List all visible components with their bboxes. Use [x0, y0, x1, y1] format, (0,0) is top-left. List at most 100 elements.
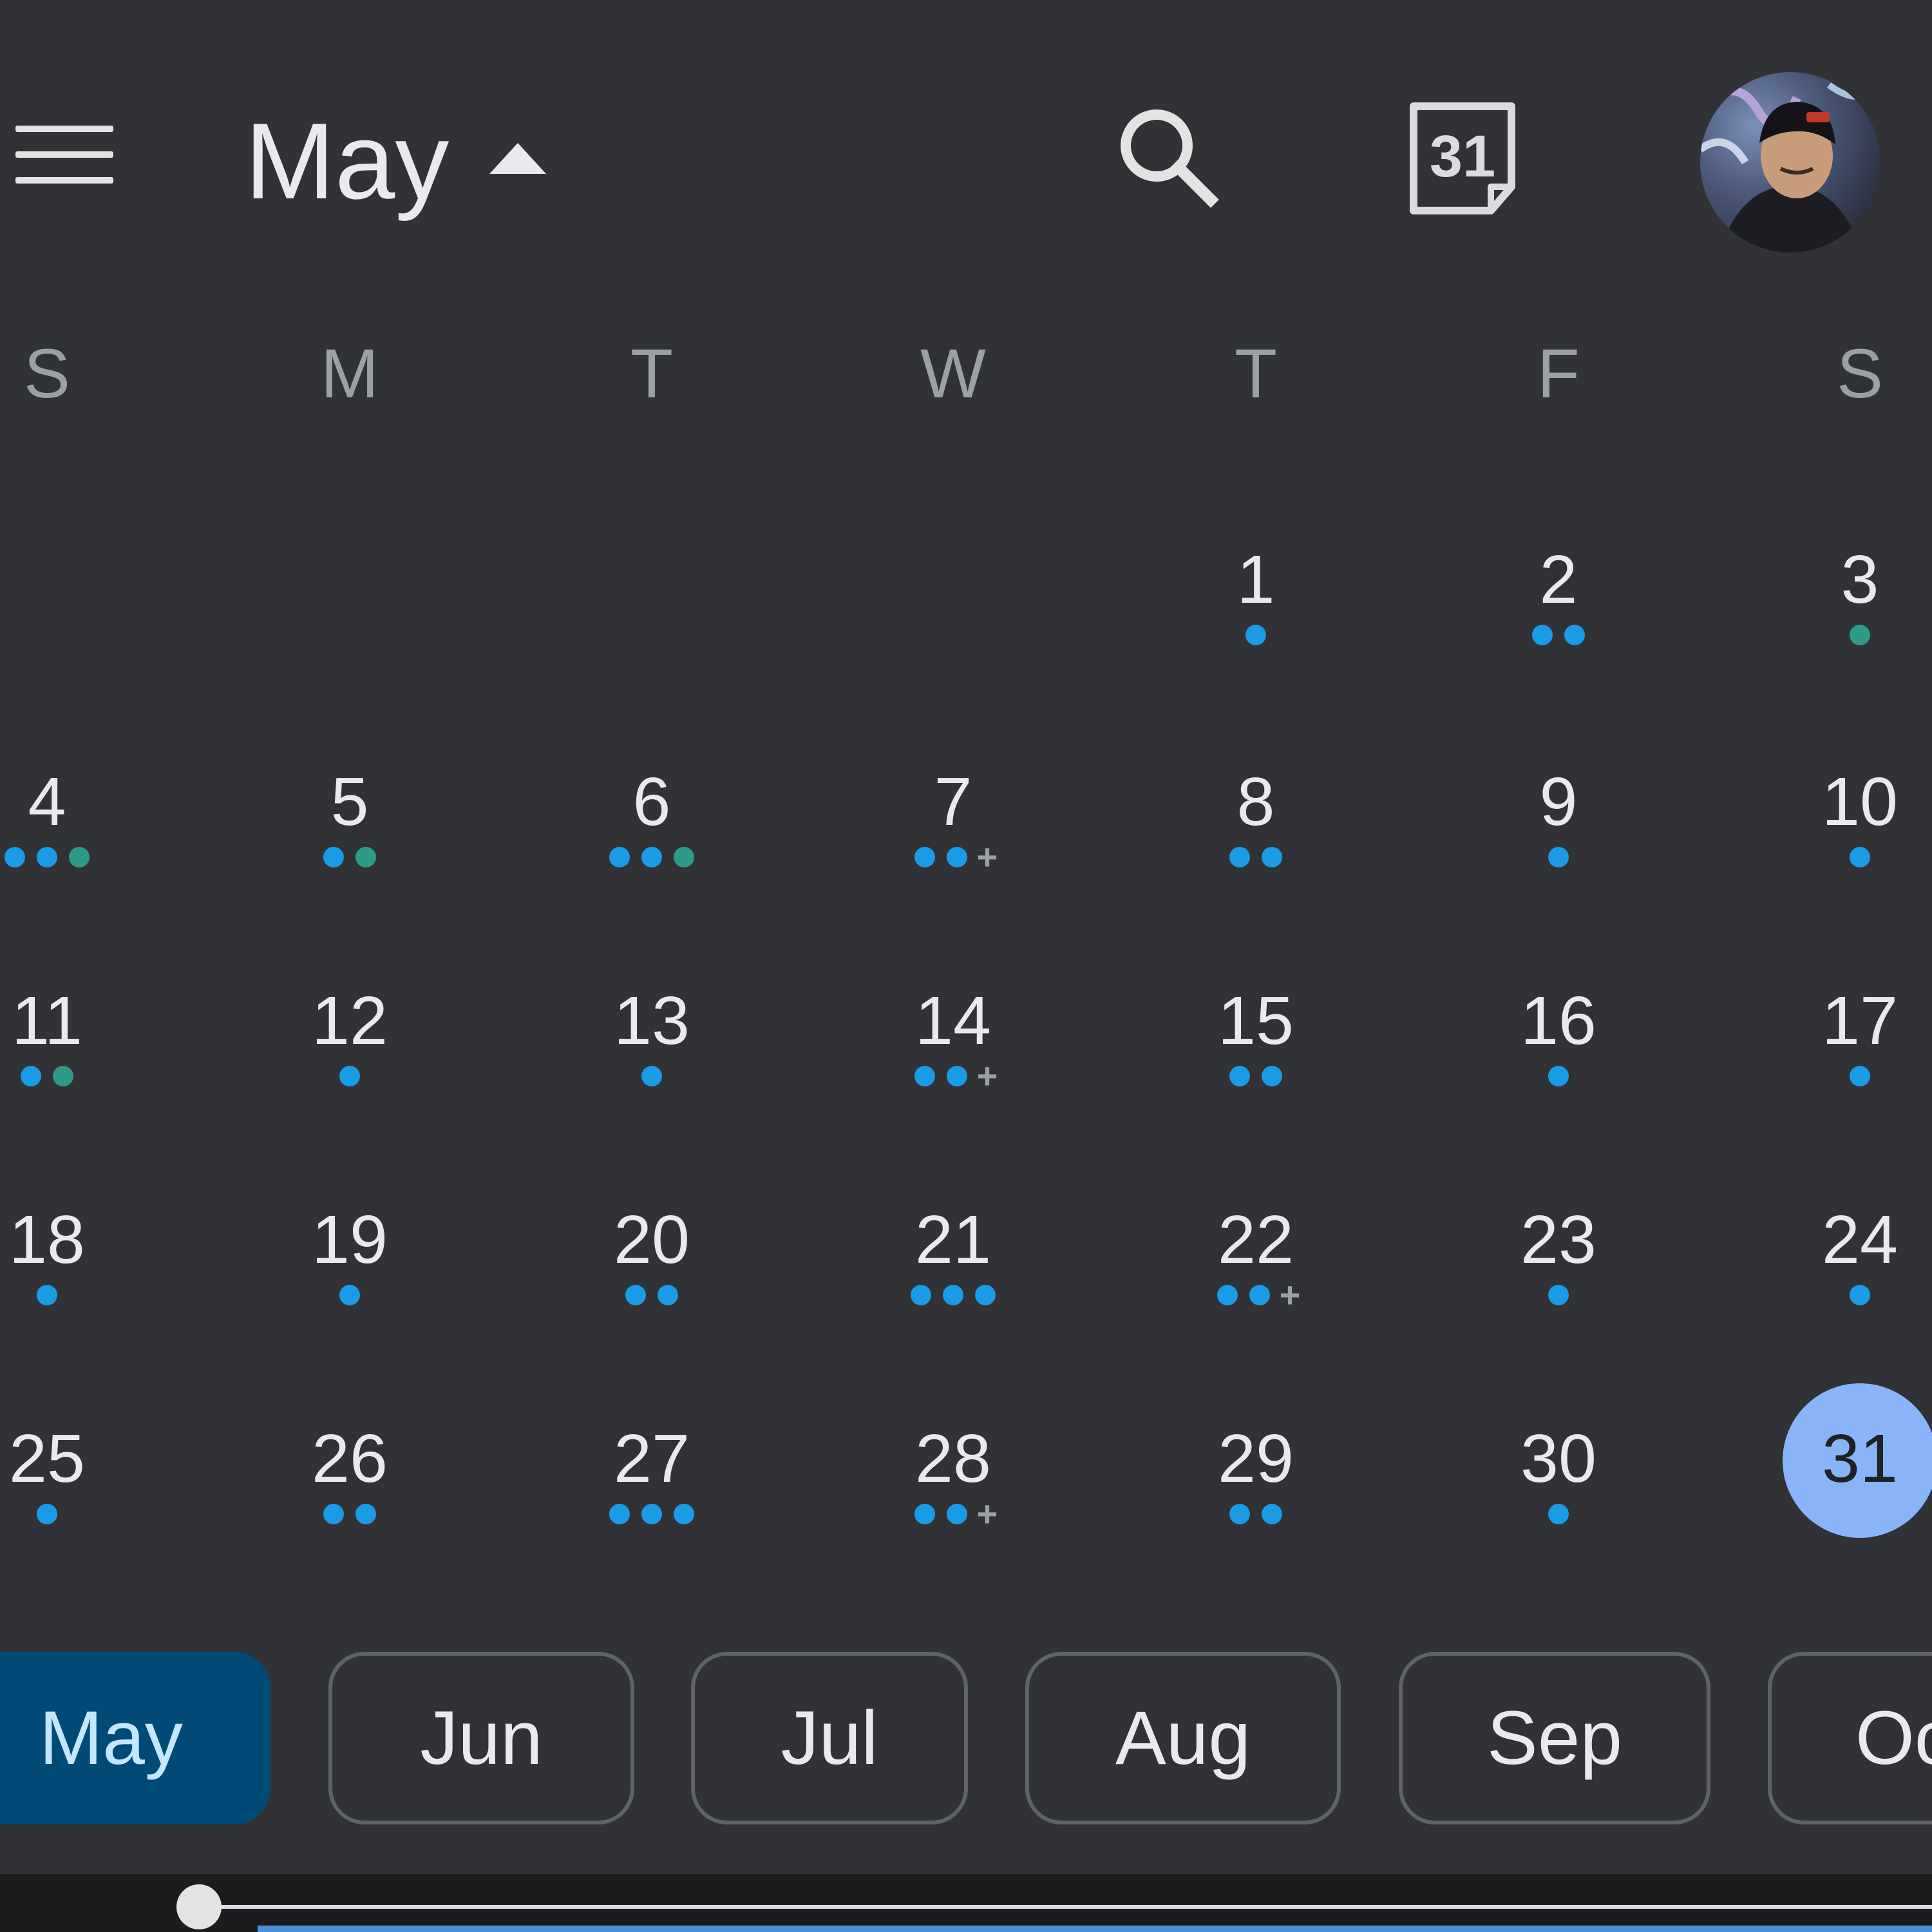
event-indicators: [568, 1066, 735, 1092]
event-dot: [1217, 1285, 1238, 1305]
event-indicators: +: [869, 837, 1037, 877]
month-title[interactable]: May: [245, 97, 449, 225]
day-number: 2: [1539, 542, 1578, 618]
avatar[interactable]: [1700, 72, 1880, 252]
avatar-image: [1700, 72, 1880, 252]
month-chip-jul[interactable]: Jul: [691, 1652, 968, 1824]
event-indicators: [1475, 1285, 1642, 1311]
event-dot: [975, 1285, 996, 1305]
month-chip-sep[interactable]: Sep: [1399, 1652, 1710, 1824]
day-number: 16: [1520, 983, 1596, 1059]
scrubber-thumb[interactable]: [176, 1884, 222, 1929]
event-dot: [339, 1285, 360, 1305]
event-indicators: [266, 1285, 433, 1311]
event-dot: [1249, 1285, 1270, 1305]
event-indicators: [1475, 1066, 1642, 1092]
event-dot: [69, 847, 90, 867]
month-chip-oc[interactable]: Oc: [1768, 1652, 1932, 1824]
day-number: 28: [915, 1421, 991, 1497]
event-dot: [1564, 625, 1585, 645]
event-dot: [1850, 1066, 1870, 1086]
event-dot: [37, 1285, 57, 1305]
day-number: 15: [1218, 983, 1294, 1059]
more-events-indicator: +: [976, 1493, 998, 1534]
event-indicators: [1172, 1066, 1340, 1092]
search-icon: [1121, 109, 1219, 208]
event-dot: [911, 1285, 931, 1305]
day-number: 13: [614, 983, 690, 1059]
event-indicators: [1475, 1504, 1642, 1530]
month-chip-aug[interactable]: Aug: [1025, 1652, 1341, 1824]
event-dot: [355, 847, 376, 867]
day-number: 6: [632, 764, 671, 840]
event-indicators: [266, 847, 433, 873]
day-number: 12: [312, 983, 388, 1059]
scrubber-track[interactable]: [200, 1905, 1932, 1909]
event-indicators: [568, 1285, 735, 1311]
event-dot: [1850, 847, 1870, 867]
event-indicators: [0, 847, 131, 873]
weekday-label: S: [23, 334, 71, 412]
day-number: 18: [9, 1202, 85, 1278]
event-dot: [1262, 847, 1282, 867]
event-dot: [1548, 1285, 1569, 1305]
event-indicators: +: [869, 1058, 1037, 1094]
day-number: 8: [1236, 764, 1275, 840]
event-indicators: [266, 1066, 433, 1092]
event-dot: [943, 1285, 963, 1305]
event-dot: [1548, 1066, 1569, 1086]
month-chip-jun[interactable]: Jun: [328, 1652, 634, 1824]
event-dot: [53, 1066, 73, 1086]
day-number: 30: [1520, 1421, 1596, 1497]
weekday-label: T: [1235, 334, 1277, 412]
day-number: 21: [915, 1202, 991, 1278]
weekday-label: W: [920, 334, 986, 412]
event-indicators: [1776, 847, 1932, 873]
event-dot: [323, 847, 344, 867]
more-events-indicator: +: [976, 837, 998, 877]
event-indicators: [0, 1285, 131, 1311]
event-dot: [1548, 847, 1569, 867]
day-number: 23: [1520, 1202, 1596, 1278]
event-dot: [1548, 1504, 1569, 1524]
day-number: 7: [934, 764, 972, 840]
weekday-label: F: [1537, 334, 1580, 412]
event-dot: [674, 1504, 694, 1524]
more-events-indicator: +: [1279, 1274, 1301, 1315]
scroll-progress: [258, 1926, 1932, 1932]
day-number: 14: [915, 983, 991, 1059]
event-dot: [1229, 1066, 1250, 1086]
event-dot: [946, 847, 967, 867]
event-indicators: [266, 1504, 433, 1530]
caret-up-icon[interactable]: [489, 143, 546, 174]
day-number: 3: [1841, 542, 1879, 618]
event-dot: [1262, 1066, 1282, 1086]
today-icon-number: 31: [1429, 124, 1496, 189]
month-chip-may[interactable]: May: [0, 1652, 270, 1824]
search-button[interactable]: [1114, 103, 1224, 213]
day-number: 9: [1539, 764, 1578, 840]
event-dot: [946, 1066, 967, 1086]
menu-button[interactable]: [13, 126, 116, 196]
event-dot: [609, 1504, 630, 1524]
day-number: 1: [1236, 542, 1275, 618]
day-number: 17: [1822, 983, 1898, 1059]
today-button[interactable]: 31: [1407, 100, 1526, 222]
event-dot: [914, 1504, 935, 1524]
event-dot: [609, 847, 630, 867]
day-number: 10: [1822, 764, 1898, 840]
event-dot: [914, 1066, 935, 1086]
event-dot: [355, 1504, 376, 1524]
event-dot: [21, 1066, 41, 1086]
event-indicators: [1776, 1285, 1932, 1311]
event-indicators: [1776, 625, 1932, 650]
day-number: 31: [1822, 1421, 1898, 1497]
event-dot: [914, 847, 935, 867]
event-dot: [1532, 625, 1553, 645]
weekday-label: S: [1836, 334, 1884, 412]
event-dot: [37, 1504, 57, 1524]
event-indicators: +: [869, 1493, 1037, 1534]
event-dot: [641, 847, 662, 867]
event-indicators: [869, 1285, 1037, 1311]
event-indicators: [1776, 1066, 1932, 1092]
